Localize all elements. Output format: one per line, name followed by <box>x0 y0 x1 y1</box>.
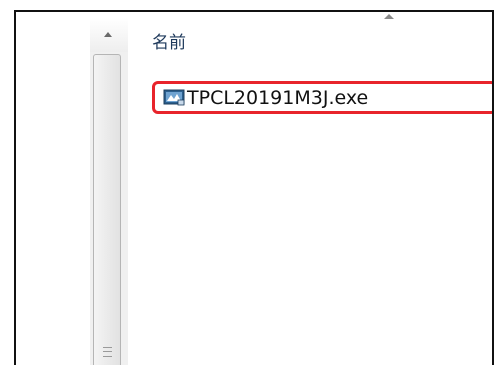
installer-exe-icon <box>163 89 185 106</box>
column-header-label: 名前 <box>152 33 186 53</box>
scroll-thumb[interactable] <box>93 54 121 365</box>
file-explorer-window: 名前 TPCL20191M3J.exe <box>14 10 494 365</box>
scroll-up-button[interactable] <box>90 18 128 52</box>
scroll-grip-icon <box>103 347 112 357</box>
vertical-scrollbar[interactable] <box>88 12 130 365</box>
column-header-name[interactable]: 名前 <box>134 12 492 67</box>
file-name-label: TPCL20191M3J.exe <box>187 87 369 109</box>
sort-ascending-icon <box>384 14 394 19</box>
file-item-tpcl20191m3j-exe[interactable]: TPCL20191M3J.exe <box>152 81 492 114</box>
scroll-up-arrow-icon <box>104 32 112 37</box>
